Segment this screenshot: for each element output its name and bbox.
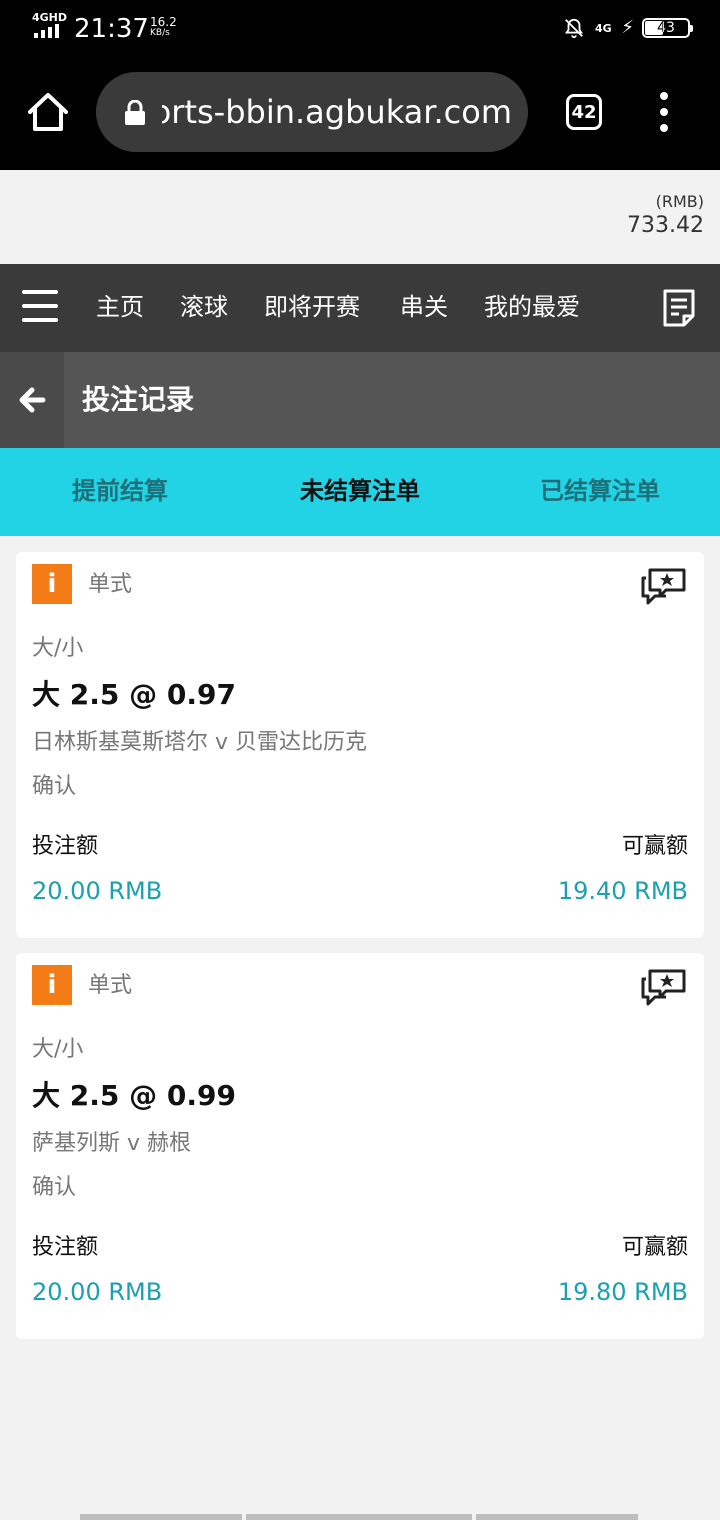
balance-currency: (RMB) xyxy=(655,192,704,211)
bet-record-tabs: 提前结算 未结算注单 已结算注单 xyxy=(0,448,720,536)
hamburger-menu-icon[interactable] xyxy=(22,288,58,324)
status-bar: 4GHD 21:37 16.2 KB/s 4G ⚡ 43 xyxy=(0,0,720,58)
info-icon[interactable]: i xyxy=(32,965,72,1005)
arrow-left-icon xyxy=(19,387,46,413)
market-name: 大/小 xyxy=(32,636,84,661)
address-bar[interactable]: sports-bbin.agbukar.com xyxy=(96,72,528,152)
battery-icon: 43 xyxy=(642,18,693,38)
to-win-amount: 19.80 RMB xyxy=(557,1278,688,1306)
nav-item-favorites[interactable]: 我的最爱 xyxy=(484,290,580,324)
tabs-icon[interactable]: 42 xyxy=(566,94,602,130)
stake-label: 投注额 xyxy=(32,834,99,859)
url-value: sports-bbin.agbukar.com xyxy=(162,94,512,130)
home-indicator xyxy=(80,1514,638,1520)
lock-icon xyxy=(125,100,145,125)
bet-type: 单式 xyxy=(88,973,133,998)
bet-card: i 单式 大/小 大 2.5 @ 0.99 萨基列斯 v 赫根 确认 投注额 可… xyxy=(16,953,704,1339)
chat-star-icon[interactable] xyxy=(640,566,688,606)
browser-toolbar: sports-bbin.agbukar.com 42 xyxy=(0,58,720,170)
bell-off-icon xyxy=(565,18,584,39)
charging-icon: ⚡ xyxy=(621,17,634,38)
tab-count: 42 xyxy=(571,101,597,123)
balance-panel: (RMB) 733.42 xyxy=(0,170,720,264)
back-button[interactable] xyxy=(0,352,64,448)
bet-card: i 单式 大/小 大 2.5 @ 0.97 日林斯基莫斯塔尔 v 贝雷达比历克 … xyxy=(16,552,704,938)
nav-item-parlay[interactable]: 串关 xyxy=(400,290,448,324)
network-type-right: 4G xyxy=(595,21,612,35)
status-right: 4G ⚡ 43 xyxy=(563,16,693,40)
tab-settled[interactable]: 已结算注单 xyxy=(480,474,720,508)
battery-level: 43 xyxy=(657,20,675,36)
chat-star-icon[interactable] xyxy=(640,967,688,1007)
nav-item-home[interactable]: 主页 xyxy=(96,290,144,324)
stake-label: 投注额 xyxy=(32,1235,99,1260)
nav-item-live[interactable]: 滚球 xyxy=(180,290,228,324)
match-name: 日林斯基莫斯塔尔 v 贝雷达比历克 xyxy=(32,730,368,755)
page-header: 投注记录 xyxy=(0,352,720,448)
bet-selection: 大 2.5 @ 0.99 xyxy=(32,1079,236,1112)
more-vert-icon[interactable] xyxy=(654,92,674,132)
network-speed-value: 16.2 xyxy=(150,15,177,29)
to-win-label: 可赢额 xyxy=(621,1235,688,1260)
clock: 21:37 xyxy=(74,14,149,44)
signal-icon xyxy=(34,24,64,38)
bet-type: 单式 xyxy=(88,572,133,597)
bet-status: 确认 xyxy=(32,774,77,799)
bet-selection: 大 2.5 @ 0.97 xyxy=(32,678,236,711)
stake-amount: 20.00 RMB xyxy=(32,877,163,905)
tab-cash-out[interactable]: 提前结算 xyxy=(0,474,240,508)
info-icon[interactable]: i xyxy=(32,564,72,604)
network-type: 4GHD xyxy=(32,11,68,24)
match-name: 萨基列斯 v 赫根 xyxy=(32,1131,192,1156)
stake-amount: 20.00 RMB xyxy=(32,1278,163,1306)
tab-unsettled[interactable]: 未结算注单 xyxy=(240,474,480,508)
to-win-label: 可赢额 xyxy=(621,834,688,859)
nav-item-upcoming[interactable]: 即将开赛 xyxy=(264,290,360,324)
page-title: 投注记录 xyxy=(82,383,195,416)
main-nav: 主页 滚球 即将开赛 串关 我的最爱 xyxy=(0,264,720,352)
url-text[interactable]: sports-bbin.agbukar.com xyxy=(162,94,512,130)
network-speed: 16.2 KB/s xyxy=(150,16,177,39)
bet-slip-icon[interactable] xyxy=(662,288,696,328)
to-win-amount: 19.40 RMB xyxy=(557,877,688,905)
market-name: 大/小 xyxy=(32,1037,84,1062)
balance-amount: 733.42 xyxy=(627,213,704,238)
bet-status: 确认 xyxy=(32,1175,77,1200)
home-icon[interactable] xyxy=(24,88,72,136)
network-speed-unit: KB/s xyxy=(150,28,170,38)
